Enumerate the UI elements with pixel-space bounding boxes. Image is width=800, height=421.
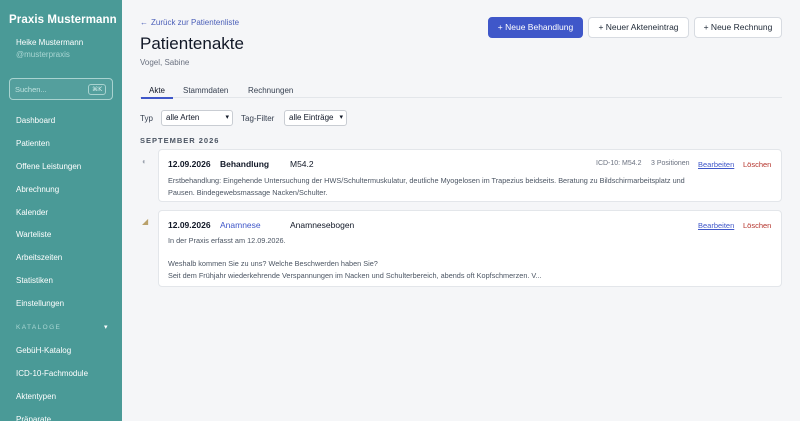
sidebar-item-arbeitszeiten[interactable]: Arbeitszeiten [0,247,122,270]
entry-text-line: Weshalb kommen Sie zu uns? Welche Beschw… [168,259,378,268]
tag-filter-value: alle Einträge [289,113,334,122]
search-shortcut: ⌘K [88,84,106,95]
tag-filter-select[interactable]: alle Einträge ▾ [284,110,347,126]
sidebar-catalog-nav: GebüH-Katalog ICD-10-Fachmodule Aktentyp… [0,340,122,421]
entry-text-line: In der Praxis erfasst am 12.09.2026. [168,236,286,245]
sidebar-item-abrechnung[interactable]: Abrechnung [0,179,122,202]
sidebar-item-aktentypen[interactable]: Aktentypen [0,386,122,409]
tab-stammdaten[interactable]: Stammdaten [183,86,228,95]
sidebar-item-icd10-fachmodule[interactable]: ICD-10-Fachmodule [0,363,122,386]
sidebar-nav: Dashboard Patienten Offene Leistungen Ab… [0,110,122,316]
new-file-entry-button[interactable]: + Neuer Akteneintrag [588,17,689,38]
entry-text-line: Seit dem Frühjahr wiederkehrende Verspan… [168,270,542,280]
search-input[interactable] [15,82,85,96]
entry-type: Behandlung [220,159,270,169]
entry-date: 12.09.2026 [168,159,211,169]
type-filter-select[interactable]: alle Arten ▾ [161,110,233,126]
brand-name: Praxis Mustermann [9,14,117,26]
entry-code: M54.2 [290,159,314,169]
back-link-label: Zurück zur Patientenliste [151,18,240,27]
new-treatment-button[interactable]: + Neue Behandlung [488,17,583,38]
user-name: Heike Mustermann [16,38,84,47]
sidebar-item-warteliste[interactable]: Warteliste [0,224,122,247]
timeline-entry: 12.09.2026 Behandlung M54.2 ICD-10: M54.… [158,149,782,202]
section-label-kataloge: KATALOGE [16,324,62,331]
delete-link[interactable]: Löschen [743,221,771,230]
sidebar-item-statistiken[interactable]: Statistiken [0,270,122,293]
main-content: ← Zurück zur Patientenliste Patientenakte… [122,0,800,421]
sidebar: Praxis Mustermann Heike Mustermann @must… [0,0,122,421]
page-title: Patientenakte [140,34,244,53]
user-handle: @musterpraxis [16,50,70,59]
edit-link[interactable]: Bearbeiten [698,221,734,230]
tab-rechnungen[interactable]: Rechnungen [248,86,293,95]
treatment-icon: ◐ [142,157,147,166]
entry-date: 12.09.2026 [168,220,211,230]
sidebar-item-einstellungen[interactable]: Einstellungen [0,293,122,316]
entry-type-link[interactable]: Anamnese [220,220,261,230]
type-filter-label: Typ [140,114,153,123]
tab-akte[interactable]: Akte [140,86,174,99]
search-box: ⌘K [9,78,113,100]
chevron-down-icon[interactable]: ▾ [104,323,108,331]
timeline-entry: 12.09.2026 Anamnese Anamnesebogen Bearbe… [158,210,782,287]
back-link[interactable]: ← Zurück zur Patientenliste [140,18,239,27]
sidebar-item-patienten[interactable]: Patienten [0,133,122,156]
sidebar-item-offene-leistungen[interactable]: Offene Leistungen [0,156,122,179]
sidebar-item-praeparate[interactable]: Präparate [0,409,122,421]
delete-link[interactable]: Löschen [743,160,771,169]
entry-text-line: Pausen. Bindegewebsmassage Nacken/Schult… [168,187,328,197]
sidebar-item-kalender[interactable]: Kalender [0,202,122,225]
entry-positions: 3 Positionen [651,160,690,167]
chevron-down-icon: ▾ [339,114,343,121]
new-invoice-button[interactable]: + Neue Rechnung [694,17,782,38]
edit-link[interactable]: Bearbeiten [698,160,734,169]
patient-name: Vogel, Sabine [140,58,190,67]
tag-filter-label: Tag-Filter [241,114,275,123]
entry-icd: ICD-10: M54.2 [596,160,642,167]
document-icon: ◢ [142,217,149,226]
arrow-left-icon: ← [140,18,148,27]
chevron-down-icon: ▾ [225,114,229,121]
tab-bar: Akte Stammdaten Rechnungen [140,80,782,99]
month-heading: SEPTEMBER 2026 [140,136,220,145]
sidebar-item-dashboard[interactable]: Dashboard [0,110,122,133]
entry-code: Anamnesebogen [290,220,355,230]
entry-text-line: Erstbehandlung: Eingehende Untersuchung … [168,176,685,185]
type-filter-value: alle Arten [166,113,200,122]
sidebar-item-gebueh-katalog[interactable]: GebüH-Katalog [0,340,122,363]
